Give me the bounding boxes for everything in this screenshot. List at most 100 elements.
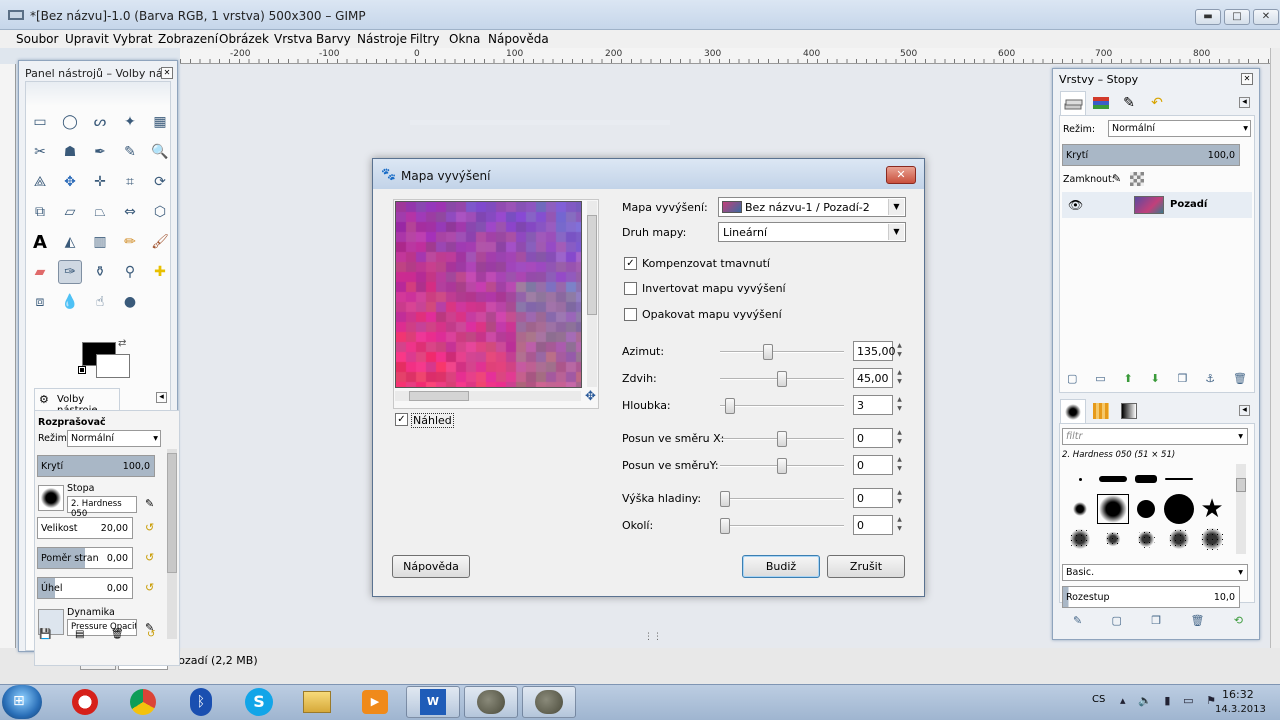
opacity-slider[interactable]: Krytí 100,0 <box>37 455 155 477</box>
panel-menu-icon[interactable]: ◂ <box>1239 405 1250 416</box>
taskbar-app-media[interactable]: ▶ <box>348 686 402 718</box>
layer-row[interactable]: 👁 Pozadí <box>1062 192 1252 218</box>
mode-select[interactable]: Normální ▾ <box>67 430 161 447</box>
brush-swatch[interactable] <box>1064 524 1096 554</box>
menu-soubor[interactable]: Soubor <box>16 32 58 46</box>
waterlevel-slider-thumb[interactable] <box>720 491 730 507</box>
menu-okna[interactable]: Okna <box>449 32 480 46</box>
scale-icon[interactable]: ⧉ <box>28 200 52 224</box>
duplicate-brush-icon[interactable]: ❐ <box>1151 614 1161 627</box>
ellipse-select-icon[interactable]: ◯ <box>58 110 82 134</box>
waterlevel-spinbox[interactable]: 0 <box>853 488 893 508</box>
dodge-burn-icon[interactable]: ● <box>118 290 142 314</box>
volume-icon[interactable]: 🔈 <box>1138 694 1152 707</box>
bumpmap-select[interactable]: Bez názvu-1 / Pozadí-2 ▼ <box>718 197 906 217</box>
lower-layer-icon[interactable]: ⬇ <box>1151 372 1160 385</box>
color-select-icon[interactable]: ▦ <box>148 110 172 134</box>
blur-icon[interactable]: 💧 <box>58 290 82 314</box>
move-icon[interactable]: ✥ <box>58 170 82 194</box>
brush-swatch[interactable] <box>1163 524 1195 554</box>
brush-scrollbar[interactable] <box>1236 464 1246 554</box>
maximize-button[interactable]: □ <box>1224 9 1250 25</box>
taskbar-app-opera[interactable] <box>58 686 112 718</box>
options-scrollbar[interactable] <box>167 449 177 639</box>
brush-swatch[interactable] <box>1097 494 1129 524</box>
menu-zobrazeni[interactable]: Zobrazení <box>158 32 218 46</box>
tab-paths[interactable]: ✎ <box>1116 91 1142 115</box>
brush-swatch[interactable] <box>1130 524 1162 554</box>
brush-swatch[interactable] <box>1163 494 1195 524</box>
compensate-label[interactable]: Kompenzovat tmavnutí <box>642 257 770 270</box>
lock-alpha-icon[interactable] <box>1130 172 1144 186</box>
azimuth-slider-thumb[interactable] <box>763 344 774 360</box>
taskbar-app-skype[interactable]: S <box>232 686 286 718</box>
paintbrush-icon[interactable]: 🖌 <box>148 230 172 254</box>
zoom-icon[interactable]: 🔍 <box>148 140 172 164</box>
tab-undo[interactable]: ↶ <box>1144 91 1170 115</box>
depth-slider-track[interactable] <box>720 405 844 407</box>
rect-select-icon[interactable]: ▭ <box>28 110 52 134</box>
help-button[interactable]: Nápověda <box>392 555 470 578</box>
pencil-icon[interactable]: ✏ <box>118 230 142 254</box>
reset-options-icon[interactable]: ↺ <box>147 629 155 640</box>
language-indicator[interactable]: CS <box>1092 694 1105 705</box>
spin-arrows-icon[interactable]: ▲ ▼ <box>895 428 904 448</box>
layer-name[interactable]: Pozadí <box>1170 199 1207 210</box>
paths-icon[interactable]: ✒ <box>88 140 112 164</box>
preview-vscroll[interactable] <box>587 201 597 387</box>
tab-layers[interactable] <box>1060 91 1086 115</box>
preview-label[interactable]: Náhled <box>411 413 454 428</box>
brush-swatch[interactable] <box>1130 464 1162 494</box>
spin-arrows-icon[interactable]: ▲ ▼ <box>895 395 904 415</box>
tab-brushes[interactable] <box>1060 399 1086 423</box>
background-color-swatch[interactable] <box>96 354 130 378</box>
vertical-ruler[interactable] <box>0 64 16 648</box>
menu-nastroje[interactable]: Nástroje <box>357 32 407 46</box>
preview-image[interactable] <box>395 201 582 388</box>
lasso-icon[interactable]: ᔕ <box>88 110 112 134</box>
invert-label[interactable]: Invertovat mapu vyvýšení <box>642 282 786 295</box>
restore-options-icon[interactable]: ▤ <box>75 629 84 640</box>
shear-icon[interactable]: ▱ <box>58 200 82 224</box>
ambient-slider-track[interactable] <box>720 525 844 527</box>
offset-y-spinbox[interactable]: 0 <box>853 455 893 475</box>
menu-vrstva[interactable]: Vrstva <box>274 32 313 46</box>
layer-mode-select[interactable]: Normální ▾ <box>1108 120 1251 137</box>
elevation-slider-thumb[interactable] <box>777 371 787 387</box>
depth-slider-thumb[interactable] <box>724 398 735 414</box>
edit-brush-icon[interactable]: ✎ <box>1073 614 1082 627</box>
taskbar-app-gimp-1[interactable] <box>464 686 518 718</box>
azimuth-spinbox[interactable]: 135,00 <box>853 341 896 361</box>
eraser-icon[interactable]: ▰ <box>28 260 52 284</box>
new-layer-icon[interactable]: ▢ <box>1067 372 1077 385</box>
close-icon[interactable]: ✕ <box>161 67 173 79</box>
text-icon[interactable]: A <box>28 230 52 254</box>
menu-obrazek[interactable]: Obrázek <box>219 32 269 46</box>
blend-icon[interactable]: ▥ <box>88 230 112 254</box>
invert-checkbox[interactable] <box>624 282 637 295</box>
brush-swatch[interactable] <box>1130 494 1162 524</box>
size-slider[interactable]: Velikost 20,00 <box>37 517 133 539</box>
menu-napoveda[interactable]: Nápověda <box>488 32 549 46</box>
reset-icon[interactable]: ↺ <box>145 521 154 534</box>
brush-swatch[interactable] <box>1097 524 1129 554</box>
brush-swatch[interactable] <box>1097 464 1129 494</box>
crop-icon[interactable]: ⌗ <box>118 170 142 194</box>
brush-swatch[interactable] <box>1196 524 1228 554</box>
flip-icon[interactable]: ⇔ <box>118 200 142 224</box>
reset-colors-icon[interactable] <box>78 366 86 374</box>
waterlevel-slider-track[interactable] <box>720 498 844 500</box>
brush-swatch[interactable] <box>1064 464 1096 494</box>
ambient-spinbox[interactable]: 0 <box>853 515 893 535</box>
new-group-icon[interactable]: ▭ <box>1095 372 1105 385</box>
network-icon[interactable]: ▮ <box>1164 694 1170 707</box>
brush-swatch[interactable] <box>1163 464 1195 494</box>
tile-checkbox[interactable] <box>624 308 637 321</box>
brush-swatch[interactable] <box>1196 464 1228 494</box>
offset-y-slider-thumb[interactable] <box>777 458 787 474</box>
tray-arrow-icon[interactable]: ▴ <box>1120 694 1126 707</box>
taskbar-app-gimp-2[interactable] <box>522 686 576 718</box>
fuzzy-select-icon[interactable]: ✦ <box>118 110 142 134</box>
raise-layer-icon[interactable]: ⬆ <box>1123 372 1132 385</box>
rotate-icon[interactable]: ⟳ <box>148 170 172 194</box>
